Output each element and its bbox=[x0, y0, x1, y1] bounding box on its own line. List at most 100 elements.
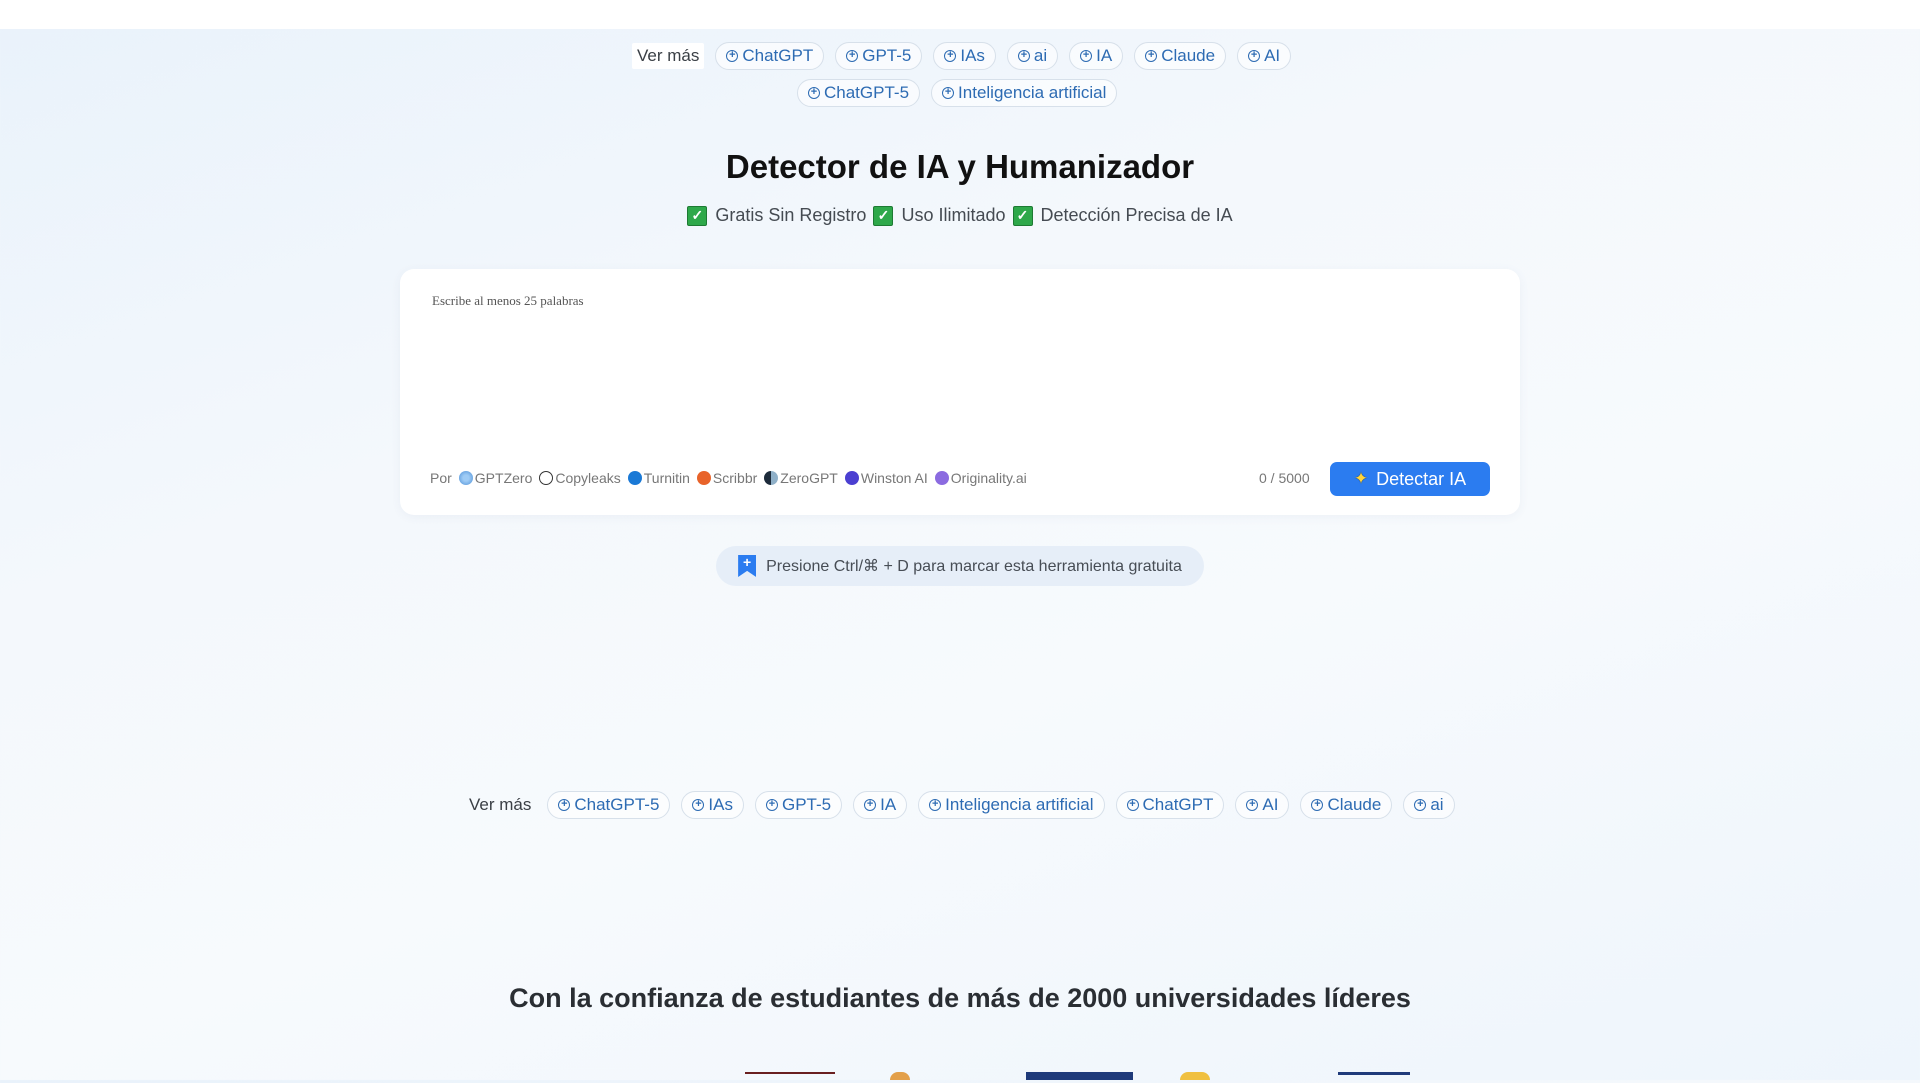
top-tags-row-2: ChatGPT-5 Inteligencia artificial bbox=[797, 79, 1118, 107]
provider-scribbr: Scribbr bbox=[696, 470, 758, 486]
detect-button-label: Detectar IA bbox=[1376, 468, 1467, 489]
plus-circle-icon bbox=[1126, 799, 1139, 811]
tag-label: Inteligencia artificial bbox=[945, 795, 1094, 814]
plus-circle-icon bbox=[1414, 799, 1427, 811]
bookmark-hint-text: Presione Ctrl/⌘ + D para marcar esta her… bbox=[766, 558, 1182, 575]
university-logo bbox=[745, 1072, 835, 1082]
tag-claude[interactable]: Claude bbox=[1134, 42, 1227, 70]
text-input[interactable] bbox=[430, 291, 1494, 455]
detect-ai-button[interactable]: ✦ Detectar IA bbox=[1330, 462, 1490, 496]
powered-by-label: Por bbox=[430, 470, 452, 486]
plus-circle-icon bbox=[846, 50, 859, 62]
turnitin-logo-icon bbox=[627, 471, 642, 485]
tag-ai-lower[interactable]: ai bbox=[1006, 42, 1059, 70]
tag-chatgpt-5[interactable]: ChatGPT-5 bbox=[797, 79, 921, 107]
tag-claude[interactable]: Claude bbox=[1300, 791, 1393, 819]
check-icon: ✓ bbox=[687, 205, 708, 226]
provider-label: Originality.ai bbox=[950, 470, 1027, 486]
tag-gpt-5[interactable]: GPT-5 bbox=[835, 42, 923, 70]
tag-ai-lower[interactable]: ai bbox=[1403, 791, 1455, 819]
tag-label: GPT-5 bbox=[862, 46, 912, 65]
provider-copyleaks: Copyleaks bbox=[539, 470, 621, 486]
plus-circle-icon bbox=[726, 50, 739, 62]
provider-label: Copyleaks bbox=[555, 470, 621, 486]
bookmark-hint: + Presione Ctrl/⌘ + D para marcar esta h… bbox=[716, 546, 1204, 586]
provider-gptzero: GPTZero bbox=[458, 470, 533, 486]
tag-ias[interactable]: IAs bbox=[681, 791, 744, 819]
tag-chatgpt[interactable]: ChatGPT bbox=[1115, 791, 1225, 819]
tag-ias[interactable]: IAs bbox=[933, 42, 996, 70]
tag-label: Claude bbox=[1161, 46, 1216, 65]
winston-logo-icon bbox=[844, 471, 859, 485]
detector-card: Por GPTZero Copyleaks Turnitin Scribbr Z… bbox=[400, 269, 1520, 515]
tag-label: IA bbox=[880, 795, 897, 814]
tag-label: IAs bbox=[960, 46, 985, 65]
plus-circle-icon bbox=[944, 50, 957, 62]
plus-circle-icon bbox=[942, 87, 955, 99]
plus-circle-icon bbox=[864, 799, 877, 811]
university-logos bbox=[0, 1072, 1920, 1080]
page-title: Detector de IA y Humanizador bbox=[725, 148, 1195, 185]
plus-circle-icon bbox=[929, 799, 942, 811]
top-bar bbox=[0, 0, 1920, 29]
word-counter: 0 / 5000 bbox=[1259, 470, 1310, 486]
plus-circle-icon bbox=[1080, 50, 1093, 62]
provider-turnitin: Turnitin bbox=[627, 470, 690, 486]
tag-label: ChatGPT bbox=[742, 46, 814, 65]
tag-inteligencia-artificial[interactable]: Inteligencia artificial bbox=[931, 79, 1118, 107]
provider-zerogpt: ZeroGPT bbox=[764, 470, 838, 486]
tag-label: ChatGPT-5 bbox=[824, 83, 910, 102]
tag-ia[interactable]: IA bbox=[1069, 42, 1124, 70]
plus-circle-icon bbox=[1145, 50, 1158, 62]
feature-label: Gratis Sin Registro bbox=[715, 205, 867, 225]
plus-circle-icon bbox=[1248, 50, 1261, 62]
feature-label: Uso Ilimitado bbox=[901, 205, 1006, 225]
tag-label: Inteligencia artificial bbox=[958, 83, 1107, 102]
tag-inteligencia-artificial[interactable]: Inteligencia artificial bbox=[918, 791, 1105, 819]
university-logo bbox=[890, 1072, 910, 1080]
plus-circle-icon bbox=[1246, 799, 1259, 811]
tag-label: ai bbox=[1430, 795, 1444, 814]
provider-label: Scribbr bbox=[712, 470, 758, 486]
tag-label: ai bbox=[1033, 46, 1048, 65]
bottom-tags-row: Ver más ChatGPT-5 IAs GPT-5 IA Inteligen… bbox=[464, 791, 1455, 819]
ver-mas-label: Ver más bbox=[469, 795, 532, 814]
tag-chatgpt[interactable]: ChatGPT bbox=[715, 42, 825, 70]
feature-item: ✓ Gratis Sin Registro bbox=[687, 205, 866, 226]
bookmark-icon: + bbox=[738, 555, 757, 577]
provider-label: Winston AI bbox=[860, 470, 928, 486]
tag-label: AI bbox=[1262, 795, 1279, 814]
provider-label: ZeroGPT bbox=[780, 470, 838, 486]
sparkle-icon: ✦ bbox=[1353, 469, 1369, 488]
provider-label: GPTZero bbox=[474, 470, 533, 486]
tag-gpt-5[interactable]: GPT-5 bbox=[754, 791, 843, 819]
tag-label: IA bbox=[1096, 46, 1113, 65]
tag-ia[interactable]: IA bbox=[853, 791, 908, 819]
top-tags-row-1: Ver más ChatGPT GPT-5 IAs ai IA Claude A… bbox=[632, 42, 1292, 70]
gptzero-logo-icon bbox=[458, 471, 473, 485]
originality-logo-icon bbox=[934, 471, 949, 485]
provider-originality: Originality.ai bbox=[934, 470, 1027, 486]
plus-circle-icon bbox=[692, 799, 705, 811]
plus-circle-icon bbox=[1311, 799, 1324, 811]
check-icon: ✓ bbox=[873, 205, 894, 226]
provider-label: Turnitin bbox=[643, 470, 690, 486]
ver-mas-label: Ver más bbox=[632, 43, 705, 69]
tag-chatgpt-5[interactable]: ChatGPT-5 bbox=[547, 791, 671, 819]
feature-list: ✓ Gratis Sin Registro ✓ Uso Ilimitado ✓ Det… bbox=[0, 205, 1920, 226]
tag-label: IAs bbox=[708, 795, 733, 814]
tag-label: ChatGPT bbox=[1142, 795, 1214, 814]
feature-label: Detección Precisa de IA bbox=[1040, 205, 1233, 225]
trust-heading: Con la confianza de estudiantes de más d… bbox=[509, 983, 1411, 1013]
plus-circle-icon bbox=[765, 799, 778, 811]
tag-ai[interactable]: AI bbox=[1235, 791, 1290, 819]
plus-circle-icon bbox=[1017, 50, 1030, 62]
tag-ai[interactable]: AI bbox=[1237, 42, 1292, 70]
scribbr-logo-icon bbox=[696, 471, 711, 485]
university-logo bbox=[1180, 1072, 1210, 1080]
university-logo bbox=[1026, 1072, 1133, 1080]
check-icon: ✓ bbox=[1012, 205, 1033, 226]
plus-circle-icon bbox=[808, 87, 820, 99]
tag-label: Claude bbox=[1327, 795, 1382, 814]
feature-item: ✓ Detección Precisa de IA bbox=[1012, 205, 1233, 226]
